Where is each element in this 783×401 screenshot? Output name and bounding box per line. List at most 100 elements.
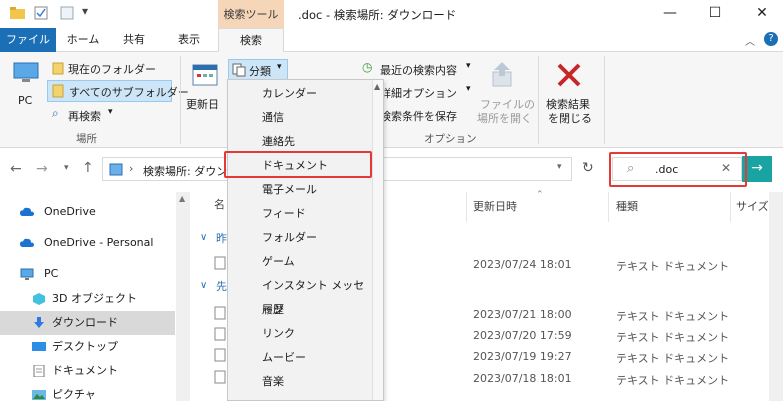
group-header-last-week[interactable]: 先 — [216, 278, 227, 294]
advanced-options-label: 詳細オプション — [380, 87, 457, 100]
kind-button[interactable]: 分類 ▾ — [228, 59, 288, 81]
menu-item-email[interactable]: 電子メール — [228, 178, 373, 202]
search-again-button[interactable]: ⌕ 再検索 ▾ — [50, 105, 130, 125]
nav-label: ダウンロード — [52, 316, 118, 329]
column-name-header[interactable]: 名 — [214, 196, 225, 212]
nav-label: ピクチャ — [52, 388, 96, 401]
column-separator — [730, 192, 731, 222]
forward-icon[interactable]: → — [36, 161, 48, 177]
maximize-button[interactable]: ☐ — [700, 4, 730, 24]
group-collapse-icon[interactable]: ∨ — [200, 232, 207, 243]
column-type-header[interactable]: 種類 — [616, 198, 638, 214]
menu-item-games[interactable]: ゲーム — [228, 250, 373, 274]
sort-indicator-icon: ⌃ — [536, 190, 544, 200]
row-type: テキスト ドキュメント — [616, 374, 730, 387]
ribbon-separator — [604, 56, 605, 144]
menu-item-music[interactable]: 音楽 — [228, 370, 373, 394]
row-date: 2023/07/21 18:00 — [473, 308, 572, 321]
options-group-label: オプション — [424, 133, 477, 145]
cube-icon — [33, 293, 45, 305]
nav-label: OneDrive — [44, 205, 96, 218]
chevron-down-icon: ▾ — [466, 84, 471, 94]
close-search-button[interactable]: 検索結果 を閉じる — [542, 60, 600, 130]
nav-item-desktop[interactable]: デスクトップ — [0, 335, 175, 359]
nav-item-documents[interactable]: ドキュメント — [0, 359, 175, 383]
minimize-button[interactable]: — — [655, 4, 685, 24]
nav-label: デスクトップ — [52, 340, 118, 353]
back-icon[interactable]: ← — [10, 161, 22, 177]
nav-label: OneDrive - Personal — [44, 236, 154, 249]
pc-label: PC — [18, 94, 33, 107]
nav-scrollbar[interactable]: ▲ — [176, 192, 190, 401]
current-folder-icon — [52, 62, 64, 75]
row-type: テキスト ドキュメント — [616, 310, 730, 323]
tab-view[interactable]: 表示 — [166, 28, 212, 52]
properties-icon[interactable] — [34, 6, 48, 23]
menu-item-links[interactable]: リンク — [228, 322, 373, 346]
nav-label: ドキュメント — [52, 364, 118, 377]
nav-item-pictures[interactable]: ピクチャ — [0, 383, 175, 401]
current-folder-button[interactable]: 現在のフォルダー — [50, 59, 180, 79]
pc-button[interactable]: PC — [10, 60, 42, 116]
nav-item-3d-objects[interactable]: 3D オブジェクト — [0, 287, 175, 311]
tab-home[interactable]: ホーム — [60, 28, 106, 52]
search-folder-icon — [109, 163, 123, 176]
ribbon-separator — [538, 56, 539, 144]
nav-item-pc[interactable]: PC — [0, 262, 175, 286]
ribbon-separator — [180, 56, 181, 144]
up-icon[interactable]: ↑ — [82, 160, 94, 176]
cloud-icon — [20, 238, 34, 247]
nav-item-onedrive[interactable]: OneDrive — [0, 200, 175, 224]
group-collapse-icon[interactable]: ∨ — [200, 280, 207, 291]
pictures-icon — [32, 390, 46, 400]
folder-icon[interactable] — [10, 6, 26, 23]
chevron-down-icon: ▾ — [466, 61, 471, 71]
column-date-header[interactable]: 更新日時 — [473, 198, 517, 214]
menu-item-calendar[interactable]: カレンダー — [228, 82, 373, 106]
cloud-icon — [20, 207, 34, 216]
quick-access-dropdown-icon[interactable]: ▾ — [82, 4, 88, 18]
row-date: 2023/07/20 17:59 — [473, 329, 572, 342]
menu-item-instant-messages[interactable]: インスタント メッセージ — [228, 274, 373, 316]
collapse-ribbon-icon[interactable]: ︿ — [745, 33, 755, 48]
text-file-icon — [214, 256, 226, 270]
chevron-down-icon: ▾ — [108, 107, 113, 117]
search-highlight — [609, 152, 747, 187]
recent-locations-icon[interactable]: ▾ — [64, 163, 69, 173]
row-date: 2023/07/24 18:01 — [473, 258, 572, 271]
address-dropdown-icon[interactable]: ▾ — [557, 162, 562, 172]
documents-highlight — [224, 151, 372, 178]
group-header-yesterday[interactable]: 昨 — [216, 230, 227, 246]
file-list-scrollbar[interactable] — [769, 192, 783, 401]
calendar-icon — [192, 64, 218, 86]
tab-file[interactable]: ファイル — [0, 28, 56, 52]
recent-searches-button[interactable]: ◷ 最近の検索内容 ▾ — [358, 59, 478, 79]
scroll-up-icon[interactable]: ▲ — [179, 194, 185, 203]
menu-item-history[interactable]: 履歴 — [228, 298, 373, 322]
address-row: ← → ▾ ↑ › 検索場所: ダウンロード ▾ ↻ ⌕ .doc ✕ → — [0, 148, 783, 192]
column-size-header[interactable]: サイズ — [736, 198, 769, 214]
refresh-icon[interactable]: ↻ — [582, 160, 594, 176]
tab-search[interactable]: 検索 — [218, 28, 284, 53]
kind-dropdown-menu: カレンダー 通信 連絡先 ドキュメント 電子メール フィード フォルダー ゲーム… — [227, 79, 384, 401]
date-modified-label: 更新日 — [186, 98, 219, 111]
nav-item-onedrive-personal[interactable]: OneDrive - Personal — [0, 231, 175, 255]
all-subfolders-button[interactable]: すべてのサブフォルダー — [47, 80, 189, 102]
menu-item-feeds[interactable]: フィード — [228, 202, 373, 226]
dropdown-scrollbar[interactable]: ▲ — [372, 80, 383, 400]
menu-item-folders[interactable]: フォルダー — [228, 226, 373, 250]
pc-icon — [13, 62, 39, 82]
search-tools-context-label: 検索ツール — [218, 0, 284, 28]
open-file-location-button[interactable]: ファイルの 場所を開く — [474, 60, 535, 130]
close-search-icon — [557, 63, 581, 87]
date-modified-button[interactable]: 更新日 — [186, 60, 226, 116]
tab-share[interactable]: 共有 — [114, 28, 154, 52]
close-button[interactable]: ✕ — [747, 4, 777, 24]
menu-item-movies[interactable]: ムービー — [228, 346, 373, 370]
help-icon[interactable]: ? — [764, 32, 778, 46]
nav-item-downloads[interactable]: ダウンロード — [0, 311, 175, 335]
new-folder-icon[interactable] — [60, 6, 74, 23]
menu-item-communications[interactable]: 通信 — [228, 106, 373, 130]
scroll-up-icon[interactable]: ▲ — [374, 82, 380, 91]
pc-icon — [20, 268, 34, 280]
